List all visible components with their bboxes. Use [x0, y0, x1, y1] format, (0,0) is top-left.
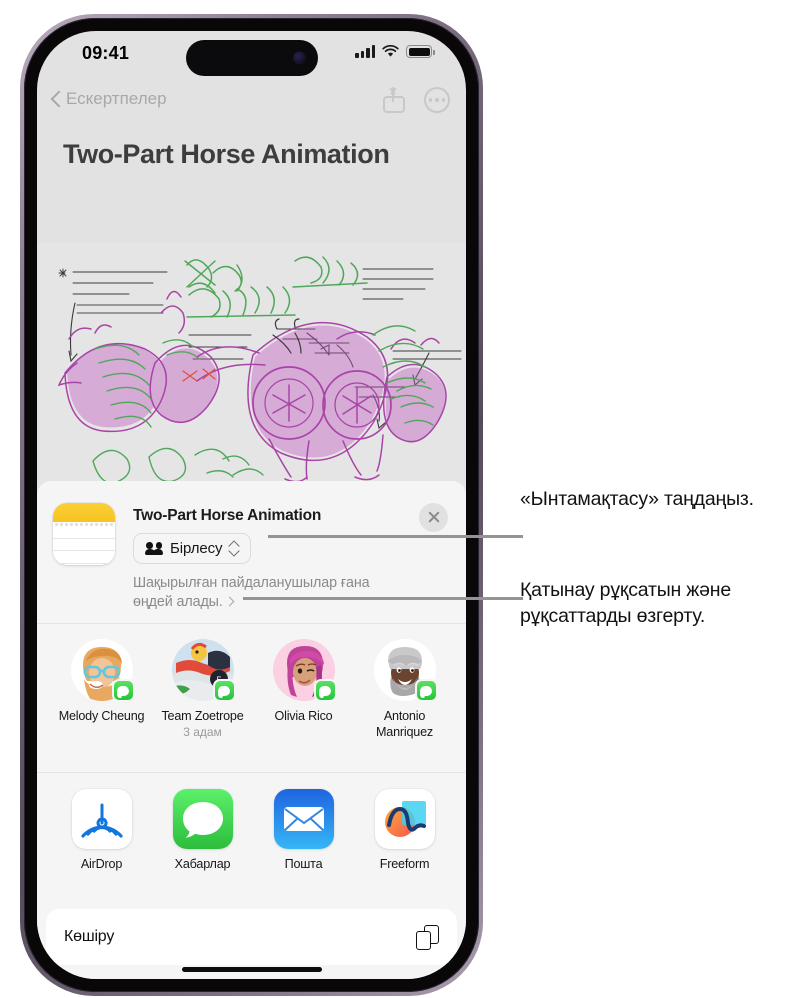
- contacts-row[interactable]: Melody Cheung Team Zoetrope 3 адам Olivi…: [37, 624, 466, 772]
- avatar: [70, 639, 135, 702]
- contact-name: Melody Cheung: [58, 709, 145, 723]
- screenshot-root: 09:41 Ескертпелер Two-Part Horse Animati…: [0, 0, 790, 998]
- list-item[interactable]: 5 Team Zoetrope 3 адам: [152, 624, 253, 772]
- avatar: [373, 639, 438, 702]
- notes-app-icon: [53, 503, 115, 565]
- collaborate-label: Бірлесу: [170, 540, 223, 557]
- navigation-actions: [383, 87, 450, 113]
- messages-badge-icon: [414, 679, 438, 702]
- app-label: Пошта: [284, 857, 323, 871]
- chevron-right-icon: [224, 596, 235, 607]
- list-item[interactable]: Freeform: [354, 773, 455, 903]
- battery-full-icon: [406, 45, 435, 58]
- app-label: AirDrop: [80, 857, 123, 871]
- contact-name: Antonio Manriquez: [376, 709, 433, 739]
- list-item[interactable]: Melody Cheung: [51, 624, 152, 772]
- chevron-left-icon: [51, 90, 62, 109]
- phone-screen: 09:41 Ескертпелер Two-Part Horse Animati…: [37, 31, 466, 979]
- share-icon[interactable]: [383, 87, 405, 113]
- chevron-up-down-icon: [229, 540, 239, 557]
- contact-subtitle: 3 адам: [183, 724, 222, 739]
- app-label: С а ш: [455, 857, 466, 905]
- close-icon[interactable]: [419, 503, 448, 532]
- avatar: [272, 639, 337, 702]
- messages-icon: [172, 789, 233, 849]
- page-title: Two-Part Horse Animation: [63, 139, 390, 169]
- list-item[interactable]: Antonio Manriquez: [354, 624, 455, 772]
- list-item[interactable]: AirDrop: [51, 773, 152, 903]
- status-bar-indicators: [355, 45, 435, 58]
- contact-name: Olivia Rico: [274, 709, 333, 723]
- status-bar-time: 09:41: [82, 43, 130, 63]
- copy-label: Көшіру: [64, 928, 115, 945]
- permission-link[interactable]: Шақырылған пайдаланушылар ғана өңдей ала…: [133, 574, 378, 613]
- list-item[interactable]: P: [455, 624, 466, 772]
- share-sheet-title: Two-Part Horse Animation: [133, 507, 322, 524]
- more-circle-icon[interactable]: [424, 87, 450, 113]
- callout-leader-line: [243, 597, 523, 600]
- home-indicator: [181, 967, 322, 972]
- note-sketch: [37, 243, 466, 503]
- mail-icon: [273, 789, 334, 849]
- contact-name: P: [455, 709, 466, 725]
- callout-leader-line: [268, 535, 523, 538]
- navigation-bar: Ескертпелер: [37, 81, 466, 133]
- back-button[interactable]: Ескертпелер: [51, 89, 167, 109]
- status-bar: 09:41: [37, 31, 466, 81]
- messages-badge-icon: [111, 679, 135, 702]
- two-people-icon: [145, 542, 163, 555]
- permission-text: Шақырылған пайдаланушылар ғана өңдей ала…: [133, 575, 370, 611]
- callout-text: Қатынау рұқсатын және рұқсаттарды өзгерт…: [520, 579, 732, 627]
- callout-text: «Ынтамақтасу» таңдаңыз.: [520, 488, 754, 510]
- share-sheet-header: Two-Part Horse Animation Бірлесу Шақырыл…: [37, 481, 466, 624]
- messages-badge-icon: [313, 679, 337, 702]
- dynamic-island: [185, 40, 318, 76]
- list-item[interactable]: Хабарлар: [152, 773, 253, 903]
- contact-name: Team Zoetrope: [161, 709, 244, 723]
- list-item[interactable]: Olivia Rico: [253, 624, 354, 772]
- avatar: 5: [171, 639, 236, 702]
- messages-badge-icon: [212, 679, 236, 702]
- front-camera-icon: [292, 51, 306, 65]
- freeform-icon: [374, 789, 435, 849]
- app-label: Freeform: [379, 857, 430, 871]
- collaborate-dropdown[interactable]: Бірлесу: [133, 533, 252, 564]
- copy-action-row[interactable]: Көшіру: [46, 909, 457, 965]
- list-item[interactable]: С а ш: [455, 773, 466, 903]
- app-label: Хабарлар: [174, 857, 231, 871]
- apps-row[interactable]: AirDrop Хабарлар Пошта Freeform: [37, 773, 466, 903]
- airdrop-icon: [71, 789, 132, 849]
- share-sheet: Two-Part Horse Animation Бірлесу Шақырыл…: [37, 481, 466, 979]
- back-button-label: Ескертпелер: [66, 89, 167, 108]
- copy-icon: [416, 924, 439, 950]
- list-item[interactable]: Пошта: [253, 773, 354, 903]
- wifi-icon: [382, 45, 399, 57]
- signal-bars-icon: [355, 45, 375, 58]
